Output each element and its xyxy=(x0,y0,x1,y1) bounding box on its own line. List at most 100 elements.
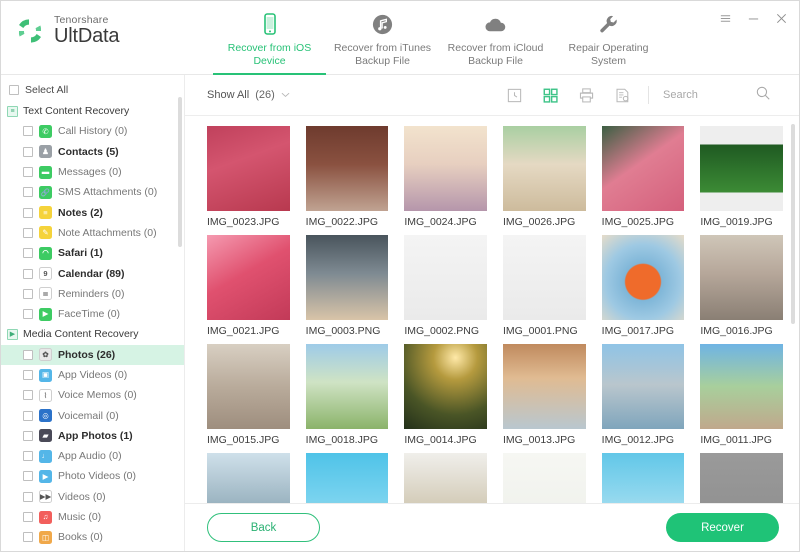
sidebar-item-1-1[interactable]: ▣ App Videos (0) xyxy=(1,365,184,385)
sidebar-group-0[interactable]: ≡ Text Content Recovery xyxy=(1,101,184,121)
photo-thumbnail[interactable] xyxy=(700,235,783,320)
grid-view-icon[interactable] xyxy=(541,86,560,105)
sidebar-item-0-3[interactable]: 🔗 SMS Attachments (0) xyxy=(1,182,184,202)
sidebar-item-0-5[interactable]: ✎ Note Attachments (0) xyxy=(1,223,184,243)
tab-recover-from-icloud-backup[interactable]: Recover from iCloud Backup File xyxy=(439,1,552,75)
sidebar-item-0-6[interactable]: ◠ Safari (1) xyxy=(1,243,184,263)
menu-button[interactable] xyxy=(717,10,733,26)
photo-cell[interactable] xyxy=(404,453,487,503)
photo-thumbnail[interactable] xyxy=(305,344,389,429)
minimize-button[interactable] xyxy=(745,10,761,26)
tab-repair-operating-system[interactable]: Repair Operating System xyxy=(552,1,665,75)
sidebar-item-1-5[interactable]: ♩ App Audio (0) xyxy=(1,446,184,466)
sidebar-item-1-2[interactable]: ⌇ Voice Memos (0) xyxy=(1,385,184,405)
sidebar-item-checkbox[interactable] xyxy=(23,512,33,523)
photo-cell[interactable]: IMG_0015.JPG xyxy=(207,344,290,446)
photo-thumbnail[interactable] xyxy=(700,126,783,211)
photo-cell[interactable] xyxy=(305,453,389,503)
export-icon[interactable] xyxy=(613,86,632,105)
photo-cell[interactable]: IMG_0021.JPG xyxy=(207,235,290,337)
photo-cell[interactable] xyxy=(601,453,685,503)
search-box[interactable] xyxy=(663,85,783,106)
photo-thumbnail[interactable] xyxy=(601,126,685,211)
photo-thumbnail[interactable] xyxy=(207,453,290,503)
search-icon[interactable] xyxy=(755,85,771,106)
sidebar-group-1[interactable]: ▶ Media Content Recovery xyxy=(1,324,184,344)
photo-thumbnail[interactable] xyxy=(207,235,290,320)
sidebar-item-checkbox[interactable] xyxy=(23,227,33,238)
search-input[interactable] xyxy=(663,89,747,101)
sidebar-item-checkbox[interactable] xyxy=(23,309,33,320)
photo-cell[interactable]: IMG_0002.PNG xyxy=(404,235,487,337)
show-all-dropdown[interactable]: Show All (26) xyxy=(207,89,290,101)
photo-thumbnail[interactable] xyxy=(502,235,586,320)
photo-thumbnail[interactable] xyxy=(601,344,685,429)
sidebar-item-checkbox[interactable] xyxy=(23,390,33,401)
select-all-checkbox[interactable] xyxy=(9,85,19,95)
sidebar-item-checkbox[interactable] xyxy=(23,187,33,198)
photo-thumbnail[interactable] xyxy=(404,453,487,503)
photo-thumbnail[interactable] xyxy=(207,344,290,429)
photo-cell[interactable]: IMG_0014.JPG xyxy=(404,344,487,446)
sidebar-item-1-6[interactable]: ▶ Photo Videos (0) xyxy=(1,466,184,486)
tab-recover-from-itunes-backup[interactable]: Recover from iTunes Backup File xyxy=(326,1,439,75)
photo-thumbnail[interactable] xyxy=(207,126,290,211)
photo-cell[interactable]: IMG_0013.JPG xyxy=(502,344,586,446)
photo-cell[interactable]: IMG_0003.PNG xyxy=(305,235,389,337)
photo-cell[interactable] xyxy=(700,453,783,503)
close-button[interactable] xyxy=(773,10,789,26)
recover-button[interactable]: Recover xyxy=(666,513,779,542)
photo-thumbnail[interactable] xyxy=(601,453,685,503)
photo-thumbnail[interactable] xyxy=(404,235,487,320)
sidebar-item-1-9[interactable]: ◫ Books (0) xyxy=(1,527,184,547)
sidebar-item-1-8[interactable]: ♫ Music (0) xyxy=(1,507,184,527)
sidebar-item-1-4[interactable]: ▰ App Photos (1) xyxy=(1,426,184,446)
sidebar-item-0-0[interactable]: ✆ Call History (0) xyxy=(1,121,184,141)
photo-thumbnail[interactable] xyxy=(502,453,586,503)
list-view-icon[interactable] xyxy=(505,86,524,105)
select-all-row[interactable]: Select All xyxy=(1,79,184,101)
photo-cell[interactable]: IMG_0023.JPG xyxy=(207,126,290,228)
print-icon[interactable] xyxy=(577,86,596,105)
photo-thumbnail[interactable] xyxy=(404,126,487,211)
sidebar-item-0-8[interactable]: ≣ Reminders (0) xyxy=(1,284,184,304)
photo-cell[interactable]: IMG_0024.JPG xyxy=(404,126,487,228)
photo-thumbnail[interactable] xyxy=(404,344,487,429)
tab-recover-from-ios-device[interactable]: Recover from iOS Device xyxy=(213,1,326,75)
photo-thumbnail[interactable] xyxy=(700,453,783,503)
sidebar-item-0-1[interactable]: ♟ Contacts (5) xyxy=(1,142,184,162)
grid-scrollbar[interactable] xyxy=(791,124,795,503)
photo-cell[interactable]: IMG_0026.JPG xyxy=(502,126,586,228)
photo-cell[interactable]: IMG_0012.JPG xyxy=(601,344,685,446)
photo-thumbnail[interactable] xyxy=(700,344,783,429)
sidebar-item-0-7[interactable]: 9 Calendar (89) xyxy=(1,263,184,283)
photo-cell[interactable]: IMG_0019.JPG xyxy=(700,126,783,228)
back-button[interactable]: Back xyxy=(207,513,320,542)
sidebar-item-1-0[interactable]: ✿ Photos (26) xyxy=(1,344,184,365)
sidebar-item-1-3[interactable]: ◎ Voicemail (0) xyxy=(1,405,184,425)
sidebar-item-checkbox[interactable] xyxy=(23,126,33,137)
photo-cell[interactable]: IMG_0022.JPG xyxy=(305,126,389,228)
sidebar-item-checkbox[interactable] xyxy=(23,248,33,259)
photo-thumbnail[interactable] xyxy=(502,126,586,211)
sidebar-item-checkbox[interactable] xyxy=(23,349,33,360)
sidebar-item-checkbox[interactable] xyxy=(23,430,33,441)
sidebar-item-checkbox[interactable] xyxy=(23,268,33,279)
photo-cell[interactable]: IMG_0017.JPG xyxy=(601,235,685,337)
sidebar-group-2[interactable]: AApp Data Recovery xyxy=(1,548,184,551)
sidebar-item-0-4[interactable]: ≡ Notes (2) xyxy=(1,202,184,222)
photo-cell[interactable]: IMG_0025.JPG xyxy=(601,126,685,228)
sidebar-item-0-2[interactable]: ▬ Messages (0) xyxy=(1,162,184,182)
sidebar-item-checkbox[interactable] xyxy=(23,207,33,218)
photo-cell[interactable]: IMG_0001.PNG xyxy=(502,235,586,337)
sidebar-item-checkbox[interactable] xyxy=(23,410,33,421)
photo-cell[interactable]: IMG_0016.JPG xyxy=(700,235,783,337)
sidebar-scrollbar[interactable] xyxy=(178,97,182,545)
sidebar-item-checkbox[interactable] xyxy=(23,167,33,178)
sidebar-item-checkbox[interactable] xyxy=(23,370,33,380)
sidebar-item-checkbox[interactable] xyxy=(23,491,33,502)
photo-cell[interactable]: IMG_0011.JPG xyxy=(700,344,783,446)
photo-thumbnail[interactable] xyxy=(601,235,685,320)
photo-thumbnail[interactable] xyxy=(305,453,389,503)
sidebar-item-checkbox[interactable] xyxy=(23,532,33,543)
